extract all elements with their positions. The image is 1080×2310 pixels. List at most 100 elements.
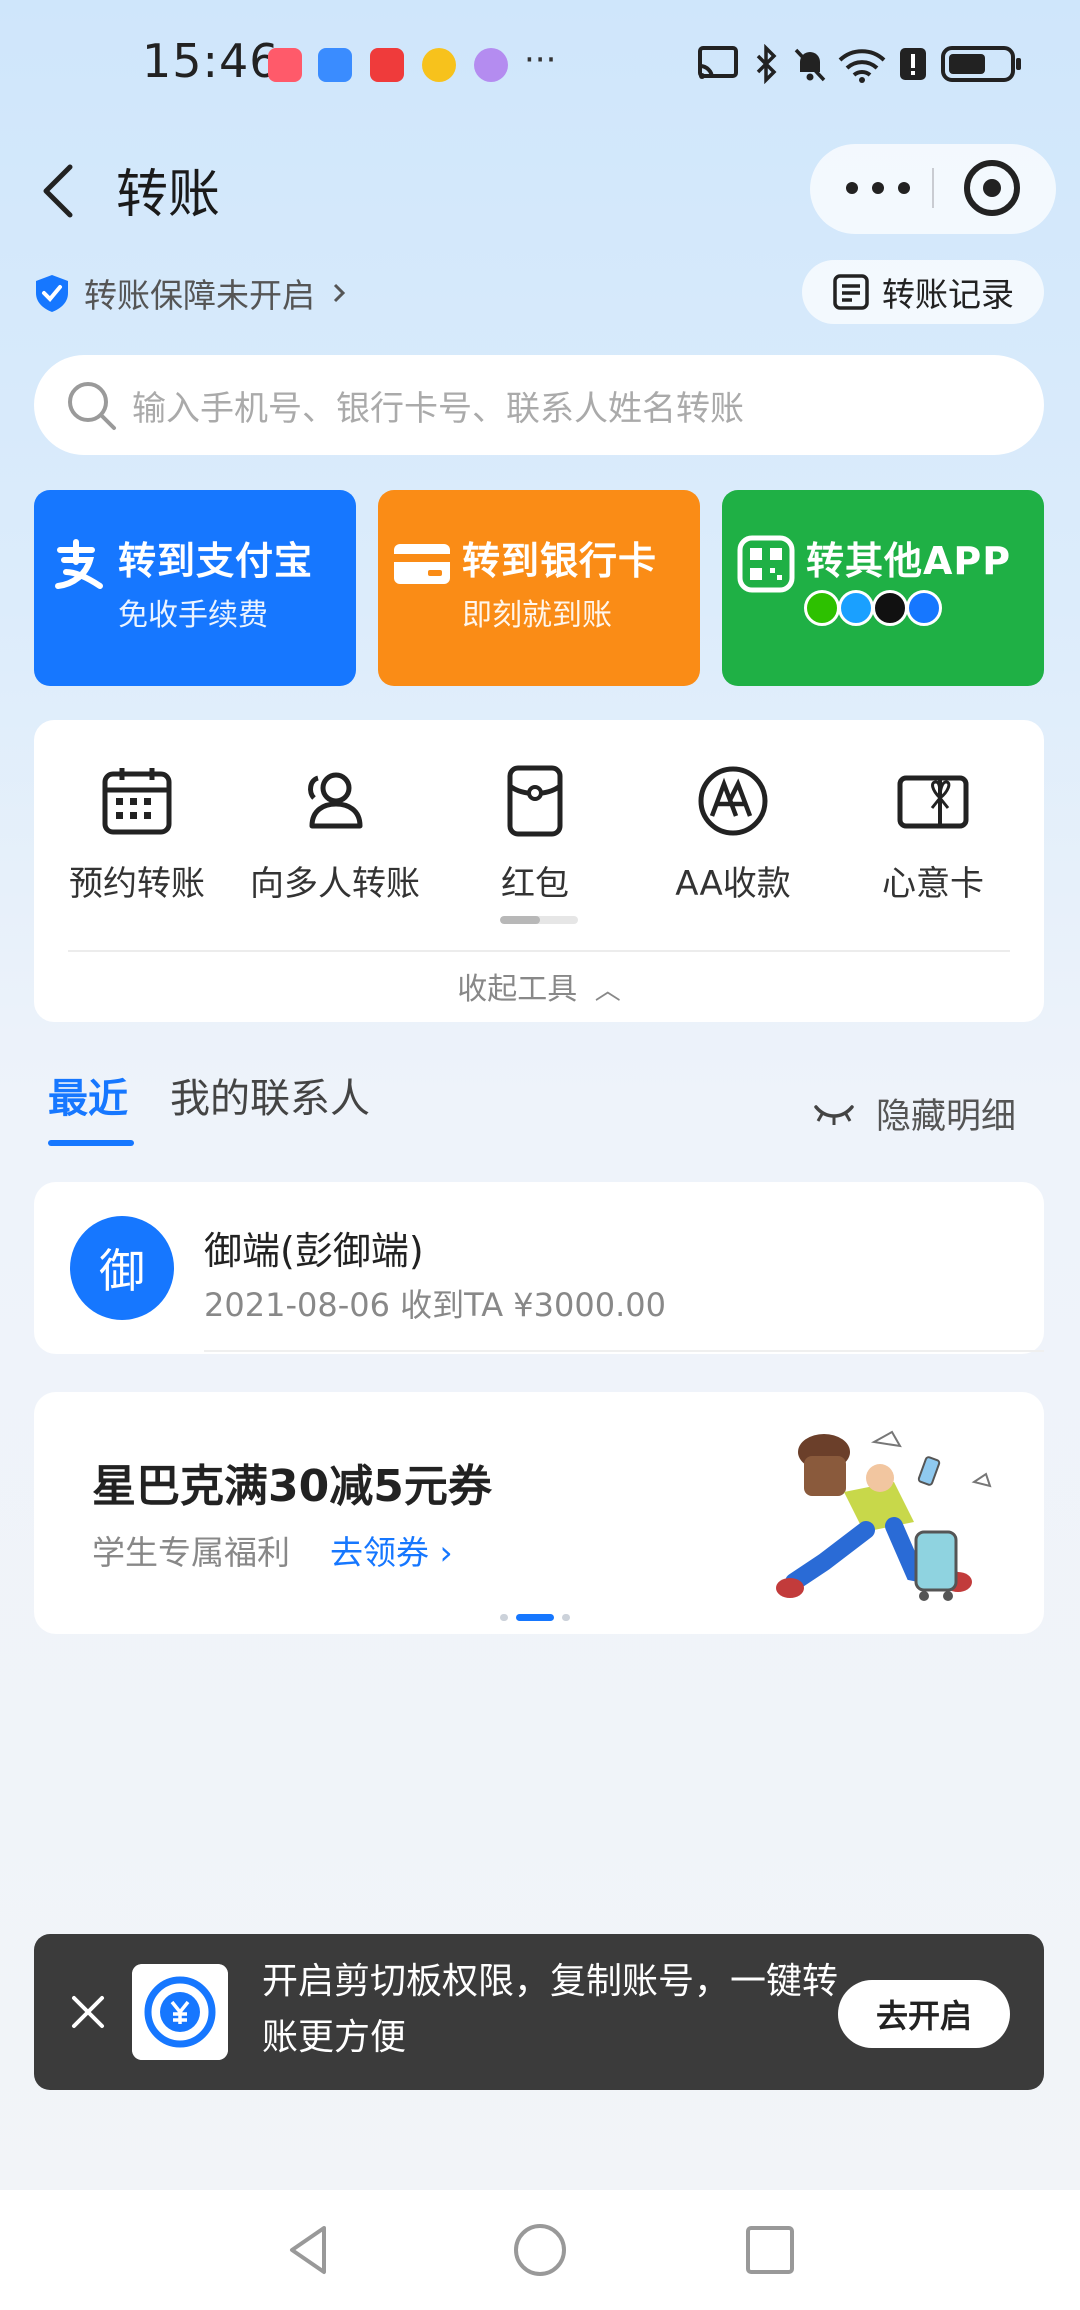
tool-label: 红包: [501, 864, 569, 904]
status-more-glyph: ···: [524, 40, 557, 80]
aa-icon: [698, 766, 768, 836]
close-mini-program-button[interactable]: [964, 160, 1020, 216]
bank-card-icon: [394, 544, 450, 584]
transfer-logo-icon: [132, 1964, 228, 2060]
transfer-to-bank-card[interactable]: 转到银行卡 即刻就到账: [378, 490, 700, 686]
hide-details-button[interactable]: 隐藏明细: [812, 1088, 1016, 1139]
dingtalk-icon: [906, 590, 942, 626]
tool-label: 预约转账: [69, 864, 205, 904]
page-dot: [562, 1614, 570, 1621]
nav-back-icon[interactable]: [280, 2220, 340, 2280]
collapse-tools-button[interactable]: 收起工具 ︿: [34, 964, 1044, 1008]
search-placeholder: 输入手机号、银行卡号、联系人姓名转账: [132, 388, 744, 429]
wechat-icon: [804, 590, 840, 626]
weibo-app-icon: [422, 48, 456, 82]
tools-scroll-indicator: [500, 916, 578, 924]
eye-closed-icon: [814, 1104, 854, 1125]
nav-home-icon[interactable]: [510, 2220, 570, 2280]
tools-card: 预约转账 向多人转账 红包 AA收款 心意卡 收起工具 ︿: [34, 720, 1044, 1022]
people-icon: [308, 772, 363, 829]
banner-message: 开启剪切板权限，复制账号，一键转账更方便: [262, 1961, 839, 2058]
transfer-record-button[interactable]: 转账记录: [802, 260, 1044, 324]
enable-clipboard-button[interactable]: 去开启: [838, 1980, 1010, 2048]
tool-label: 向多人转账: [250, 864, 420, 904]
purple-app-icon: [474, 48, 508, 82]
capsule-divider: [932, 168, 934, 208]
promo-subtitle: 学生专属福利: [92, 1533, 290, 1572]
protection-label: 转账保障未开启: [84, 276, 315, 315]
card-title: 转到支付宝: [118, 539, 314, 583]
gift-card-tool[interactable]: 心意卡: [838, 764, 1028, 905]
book-app-icon: [268, 48, 302, 82]
page-title: 转账: [116, 165, 221, 225]
chevron-right-icon: ›: [439, 1533, 453, 1572]
promo-banner[interactable]: 星巴克满30减5元券 学生专属福利 去领券 ›: [34, 1392, 1044, 1634]
tool-label: AA收款: [675, 864, 791, 904]
qq-icon: [838, 590, 874, 626]
page-dot-active: [516, 1614, 554, 1621]
qr-code-icon: [737, 535, 795, 593]
scheduled-transfer-tool[interactable]: 预约转账: [42, 764, 232, 905]
card-subtitle: 即刻就到账: [462, 598, 612, 633]
divider: [68, 950, 1010, 952]
close-icon[interactable]: [66, 1990, 110, 2034]
search-input[interactable]: 输入手机号、银行卡号、联系人姓名转账: [34, 355, 1044, 455]
douyin-icon: [872, 590, 908, 626]
transfer-to-alipay-card[interactable]: 转到支付宝 免收手续费: [34, 490, 356, 686]
status-bar: 15:46 ···: [0, 0, 1080, 130]
collapse-label: 收起工具: [457, 972, 578, 1007]
system-navigation-bar: [0, 2190, 1080, 2310]
transfer-record-label: 转账记录: [882, 275, 1014, 314]
multi-transfer-tool[interactable]: 向多人转账: [240, 764, 430, 905]
cloud-app-icon: [318, 48, 352, 82]
card-title: 转到银行卡: [462, 539, 658, 583]
chevron-up-icon: ︿: [594, 976, 621, 1006]
status-time: 15:46: [142, 34, 280, 88]
recent-contact-row[interactable]: 御 御端(彭御端) 2021-08-06 收到TA ¥3000.00: [34, 1182, 1044, 1354]
transfer-to-other-app-card[interactable]: 转其他APP: [722, 490, 1044, 686]
card-title: 转其他APP: [806, 539, 1012, 583]
red-packet-tool[interactable]: 红包: [440, 764, 630, 905]
more-options-button[interactable]: [846, 166, 910, 210]
dot: [846, 182, 858, 194]
red-packet-icon: [507, 765, 563, 837]
gift-card-icon: [897, 775, 969, 829]
promo-title: 星巴克满30减5元券: [92, 1461, 492, 1512]
card-subtitle: 免收手续费: [118, 598, 268, 633]
divider: [204, 1350, 1044, 1352]
aa-collection-tool[interactable]: AA收款: [638, 764, 828, 905]
wifi-icon: [838, 49, 886, 83]
red-envelope-app-icon: [370, 48, 404, 82]
other-app-icons: [804, 590, 942, 626]
contact-name: 御端(彭御端): [204, 1229, 424, 1273]
battery-icon: [941, 46, 1021, 82]
bluetooth-icon: [756, 44, 777, 84]
tab-recent[interactable]: 最近: [48, 1066, 128, 1124]
tool-label: 心意卡: [882, 864, 984, 904]
document-list-icon: [833, 274, 869, 310]
bell-muted-icon: [794, 48, 826, 82]
tab-active-indicator: [48, 1140, 134, 1146]
alipay-icon: [55, 539, 103, 589]
contact-detail: 2021-08-06 收到TA ¥3000.00: [204, 1286, 666, 1324]
claim-coupon-link[interactable]: 去领券 ›: [330, 1526, 453, 1574]
transfer-protection-link[interactable]: 转账保障未开启: [34, 268, 355, 318]
claim-coupon-label: 去领券: [330, 1533, 429, 1572]
cast-icon: [698, 46, 738, 79]
nav-recents-icon[interactable]: [740, 2220, 800, 2280]
calendar-icon: [102, 768, 172, 835]
dot: [898, 182, 910, 194]
hide-details-label: 隐藏明细: [876, 1097, 1017, 1137]
avatar: 御: [70, 1216, 174, 1320]
back-button[interactable]: [30, 155, 90, 225]
shield-icon: [36, 275, 68, 312]
search-icon: [68, 382, 116, 430]
page-dot: [500, 1614, 508, 1621]
traveler-illustration: [776, 1430, 992, 1601]
promo-pagination: [500, 1614, 578, 1621]
clipboard-permission-banner: 开启剪切板权限，复制账号，一键转账更方便 去开启: [34, 1934, 1044, 2090]
tab-my-contacts[interactable]: 我的联系人: [170, 1066, 370, 1124]
alert-icon: [900, 48, 926, 80]
dot: [872, 182, 884, 194]
chevron-right-icon: [333, 283, 346, 303]
